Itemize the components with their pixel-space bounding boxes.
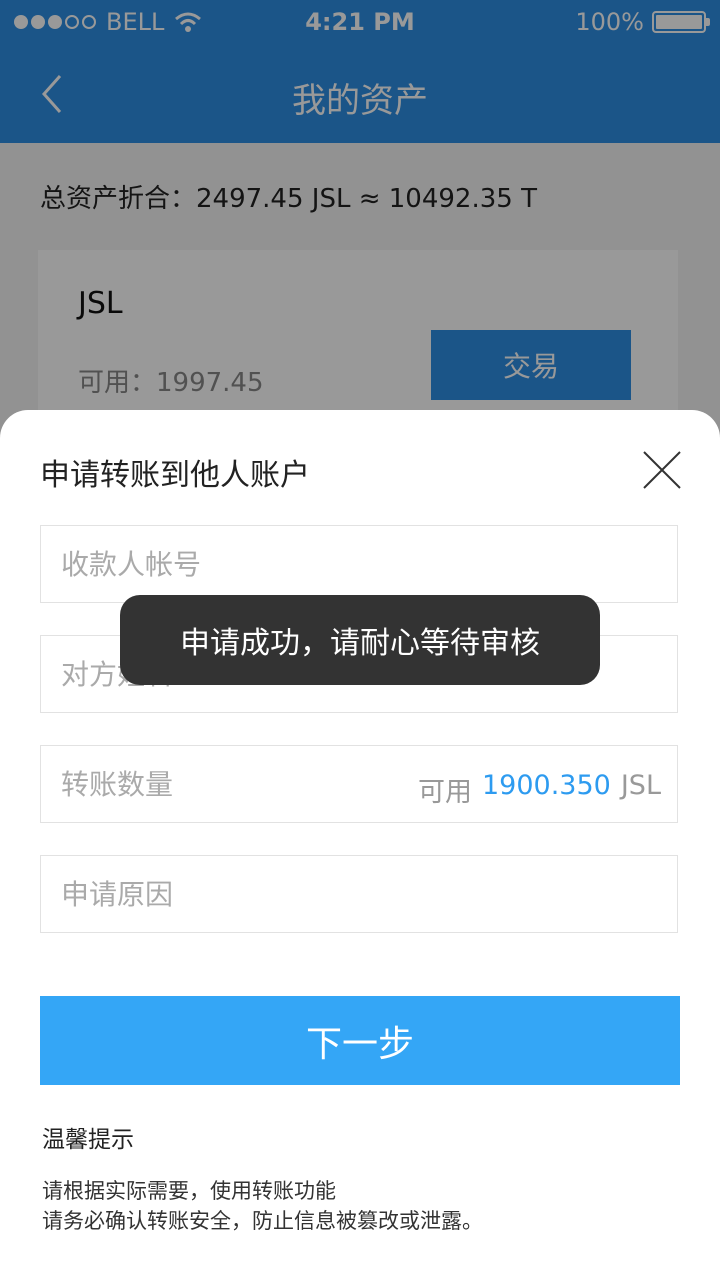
available-unit: JSL xyxy=(620,770,661,801)
available-label: 可用 xyxy=(418,777,472,808)
tips-text: 请根据实际需要，使用转账功能 请务必确认转账安全，防止信息被篡改或泄露。 xyxy=(42,1176,483,1236)
next-button[interactable]: 下一步 xyxy=(40,996,680,1085)
tips-title: 温馨提示 xyxy=(42,1127,134,1153)
amount-field: 可用 1900.350 JSL xyxy=(40,745,678,823)
sheet-title: 申请转账到他人账户 xyxy=(40,458,310,493)
reason-input[interactable] xyxy=(41,856,677,932)
account-input[interactable] xyxy=(41,526,677,602)
success-toast: 申请成功，请耐心等待审核 xyxy=(120,595,600,685)
close-icon[interactable] xyxy=(642,450,682,490)
amount-available-hint: 可用 1900.350 JSL xyxy=(418,770,661,809)
tips-line-1: 请根据实际需要，使用转账功能 xyxy=(42,1179,336,1203)
tips-line-2: 请务必确认转账安全，防止信息被篡改或泄露。 xyxy=(42,1209,483,1233)
available-value: 1900.350 xyxy=(482,770,611,801)
transfer-sheet: 申请转账到他人账户 可用 1900.350 JSL 下一步 温馨提示 请根据实际… xyxy=(0,410,720,1280)
reason-field xyxy=(40,855,678,933)
account-field xyxy=(40,525,678,603)
